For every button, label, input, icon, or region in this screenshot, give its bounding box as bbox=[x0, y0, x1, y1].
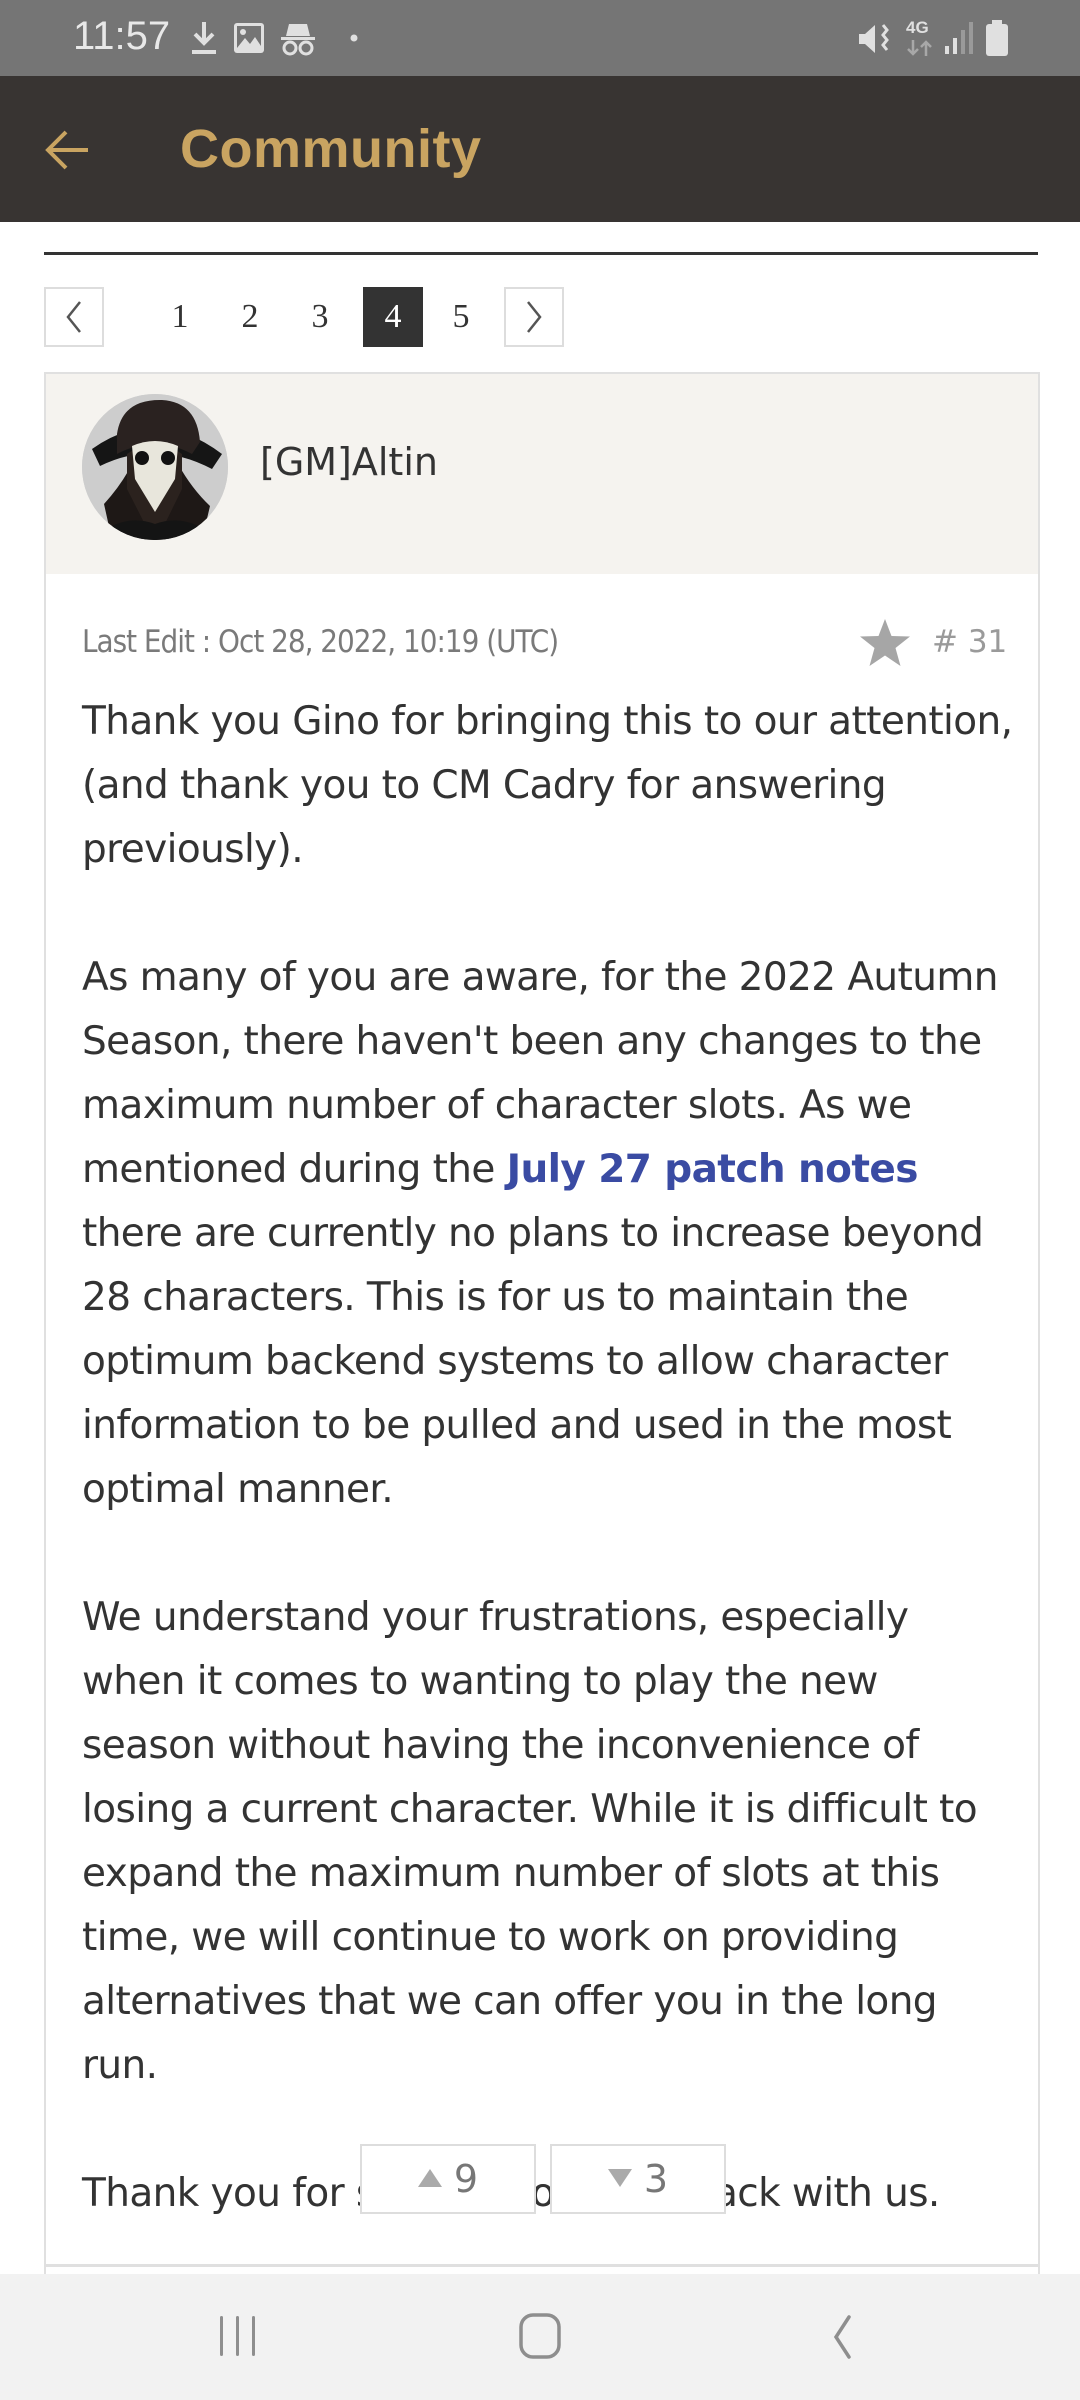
system-nav-bar bbox=[0, 2274, 1080, 2400]
paragraph-2-text-b: there are currently no plans to increase… bbox=[82, 1211, 984, 1512]
next-page-button[interactable] bbox=[504, 287, 564, 347]
back-icon[interactable] bbox=[826, 2310, 856, 2364]
status-bar: 11:57 4G bbox=[0, 0, 1080, 76]
image-icon bbox=[234, 23, 264, 53]
divider bbox=[44, 252, 1038, 255]
arrow-left-icon[interactable] bbox=[44, 120, 94, 180]
chevron-left-icon bbox=[66, 301, 81, 333]
paragraph-2: As many of you are aware, for the 2022 A… bbox=[82, 946, 1022, 1522]
page-1[interactable]: 1 bbox=[150, 287, 210, 347]
prev-page-button[interactable] bbox=[44, 287, 104, 347]
upvote-count: 9 bbox=[453, 2157, 479, 2201]
mute-vibrate-icon bbox=[859, 24, 889, 53]
recent-apps-icon[interactable] bbox=[216, 2310, 260, 2364]
avatar[interactable] bbox=[82, 394, 228, 540]
page-3[interactable]: 3 bbox=[290, 287, 350, 347]
forum-post: [GM]Altin Last Edit : Oct 28, 2022, 10:1… bbox=[44, 372, 1040, 2274]
post-header: [GM]Altin bbox=[46, 374, 1038, 574]
post-author[interactable]: [GM]Altin bbox=[260, 440, 438, 484]
post-divider bbox=[46, 2264, 1038, 2267]
app-bar: Community bbox=[0, 76, 1080, 222]
triangle-up-icon bbox=[417, 2168, 442, 2187]
downvote-button[interactable]: 3 bbox=[550, 2144, 726, 2214]
post-number: # 31 bbox=[932, 624, 1008, 660]
plague-doctor-avatar bbox=[82, 394, 228, 540]
status-time: 11:57 bbox=[73, 14, 171, 58]
battery-icon bbox=[986, 20, 1008, 56]
last-edit: Last Edit : Oct 28, 2022, 10:19 (UTC) bbox=[82, 624, 559, 660]
page-5[interactable]: 5 bbox=[431, 287, 491, 347]
post-body: Thank you Gino for bringing this to our … bbox=[82, 690, 1022, 2290]
chevron-right-icon bbox=[527, 301, 542, 333]
upvote-button[interactable]: 9 bbox=[360, 2144, 536, 2214]
page-title: Community bbox=[180, 119, 482, 179]
incognito-icon bbox=[281, 24, 315, 56]
download-icon bbox=[192, 22, 216, 54]
dot-icon bbox=[350, 34, 358, 42]
signal-icon bbox=[945, 22, 973, 54]
network-label: 4G bbox=[906, 18, 929, 37]
paragraph-1: Thank you Gino for bringing this to our … bbox=[82, 699, 1013, 872]
downvote-count: 3 bbox=[643, 2157, 669, 2201]
page-4-current[interactable]: 4 bbox=[363, 287, 423, 347]
page-2[interactable]: 2 bbox=[220, 287, 280, 347]
star-icon[interactable] bbox=[859, 618, 911, 668]
paragraph-3: We understand your frustrations, especia… bbox=[82, 1595, 978, 2088]
patch-notes-link[interactable]: July 27 patch notes bbox=[507, 1147, 919, 1192]
network-4g-icon: 4G bbox=[906, 18, 934, 58]
home-icon[interactable] bbox=[518, 2310, 564, 2364]
triangle-down-icon bbox=[607, 2168, 632, 2187]
